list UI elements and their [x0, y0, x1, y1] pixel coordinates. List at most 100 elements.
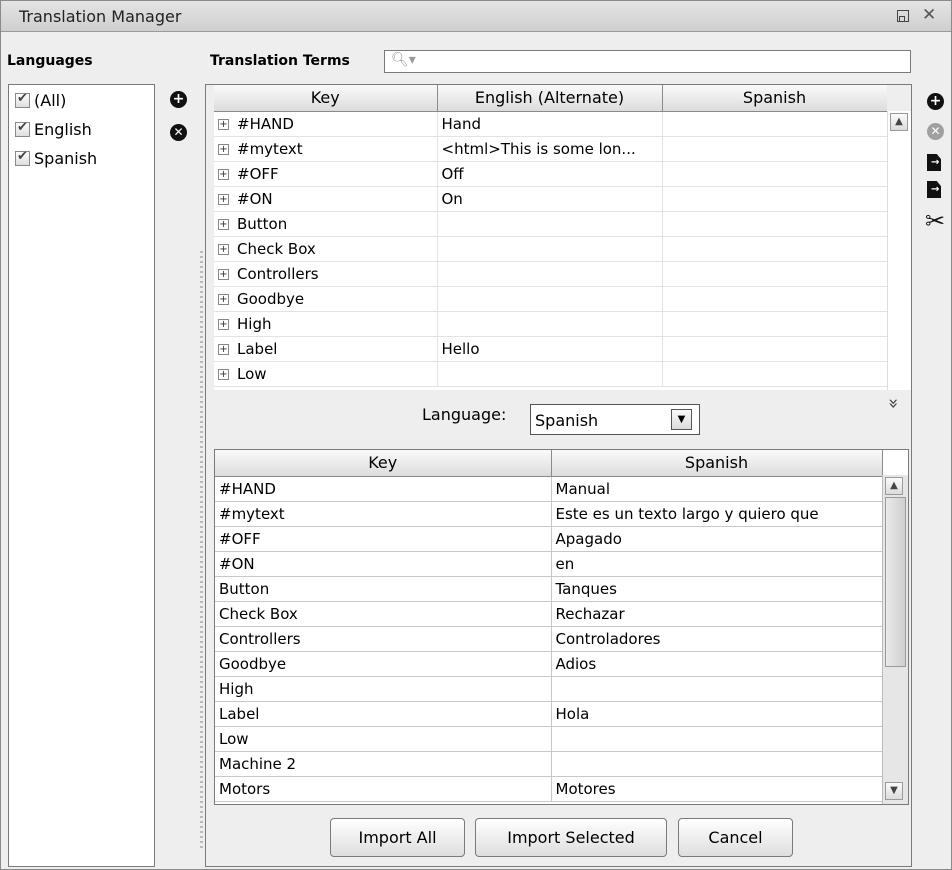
spanish-cell[interactable]: Controladores	[551, 626, 883, 652]
term-key-cell[interactable]: + Goodbye	[214, 286, 438, 312]
preview-scrollbar[interactable]: ▲ ▼	[882, 475, 908, 804]
table-row[interactable]: + Goodbye	[214, 286, 887, 312]
english-cell[interactable]	[437, 211, 663, 237]
expand-icon[interactable]: +	[218, 118, 229, 130]
spanish-cell[interactable]	[662, 186, 887, 212]
close-icon[interactable]: ✕	[922, 5, 936, 25]
search-input[interactable]: 🔍︎▾	[384, 50, 911, 73]
table-row[interactable]: Button Tanques	[215, 576, 883, 602]
term-key-cell[interactable]: + Low	[214, 361, 438, 387]
expand-icon[interactable]: +	[218, 168, 229, 180]
spanish-cell[interactable]: Tanques	[551, 576, 883, 602]
spanish-cell[interactable]	[551, 751, 883, 777]
spanish-cell[interactable]	[662, 236, 887, 262]
english-cell[interactable]	[437, 261, 663, 287]
spanish-cell[interactable]	[662, 286, 887, 312]
english-cell[interactable]: Hello	[437, 336, 663, 362]
scroll-up-button[interactable]: ▲	[885, 477, 903, 495]
spanish-cell[interactable]	[662, 211, 887, 237]
table-row[interactable]: #OFF Apagado	[215, 526, 883, 552]
language-item-spanish[interactable]: Spanish	[15, 147, 97, 169]
table-row[interactable]: + High	[214, 311, 887, 337]
english-cell[interactable]: <html>This is some lon...	[437, 136, 663, 162]
english-cell[interactable]: Hand	[437, 111, 663, 137]
language-item-english[interactable]: English	[15, 118, 92, 140]
column-header-spanish[interactable]: Spanish	[551, 450, 883, 477]
table-row[interactable]: + #ON On	[214, 186, 887, 212]
spanish-cell[interactable]: Hola	[551, 701, 883, 727]
spanish-cell[interactable]	[662, 161, 887, 187]
spanish-cell[interactable]: Este es un texto largo y quiero que	[551, 501, 883, 527]
term-key-cell[interactable]: + Check Box	[214, 236, 438, 262]
table-row[interactable]: + Controllers	[214, 261, 887, 287]
remove-term-icon[interactable]: ✕	[927, 123, 944, 140]
spanish-cell[interactable]: Manual	[551, 476, 883, 502]
table-row[interactable]: + Check Box	[214, 236, 887, 262]
table-row[interactable]: Machine 2	[215, 751, 883, 777]
table-row[interactable]: Goodbye Adios	[215, 651, 883, 677]
add-term-icon[interactable]: +	[927, 93, 944, 110]
resize-handle[interactable]	[200, 251, 203, 851]
term-key-cell[interactable]: + #HAND	[214, 111, 438, 137]
add-language-icon[interactable]: +	[170, 91, 187, 108]
spanish-cell[interactable]: Apagado	[551, 526, 883, 552]
table-row[interactable]: Controllers Controladores	[215, 626, 883, 652]
term-key-cell[interactable]: + Controllers	[214, 261, 438, 287]
checkbox-icon[interactable]	[15, 91, 30, 108]
column-header-english[interactable]: English (Alternate)	[437, 85, 663, 112]
english-cell[interactable]	[437, 361, 663, 387]
key-cell[interactable]: #OFF	[215, 526, 552, 552]
table-row[interactable]: + #mytext <html>This is some lon...	[214, 136, 887, 162]
spanish-cell[interactable]	[662, 336, 887, 362]
key-cell[interactable]: Label	[215, 701, 552, 727]
spanish-cell[interactable]	[662, 361, 887, 387]
term-key-cell[interactable]: + Label	[214, 336, 438, 362]
checkbox-icon[interactable]	[15, 149, 30, 166]
term-key-cell[interactable]: + #ON	[214, 186, 438, 212]
spanish-cell[interactable]	[662, 311, 887, 337]
key-cell[interactable]: Check Box	[215, 601, 552, 627]
term-key-cell[interactable]: + #OFF	[214, 161, 438, 187]
expand-icon[interactable]: +	[218, 193, 229, 205]
expand-icon[interactable]: +	[218, 343, 229, 355]
remove-language-icon[interactable]: ✕	[170, 124, 187, 141]
table-row[interactable]: Check Box Rechazar	[215, 601, 883, 627]
key-cell[interactable]: #HAND	[215, 476, 552, 502]
import-icon[interactable]: →	[927, 154, 941, 171]
expand-icon[interactable]: +	[218, 318, 229, 330]
column-header-key[interactable]: Key	[214, 85, 438, 112]
expand-icon[interactable]: +	[218, 368, 229, 380]
table-row[interactable]: #mytext Este es un texto largo y quiero q…	[215, 501, 883, 527]
spanish-cell[interactable]	[662, 261, 887, 287]
spanish-cell[interactable]	[662, 136, 887, 162]
table-row[interactable]: + Button	[214, 211, 887, 237]
spanish-cell[interactable]	[662, 111, 887, 137]
key-cell[interactable]: Button	[215, 576, 552, 602]
english-cell[interactable]: Off	[437, 161, 663, 187]
spanish-cell[interactable]: Motores	[551, 776, 883, 802]
table-row[interactable]: Label Hola	[215, 701, 883, 727]
table-row[interactable]: High	[215, 676, 883, 702]
expand-icon[interactable]: +	[218, 243, 229, 255]
export-icon[interactable]: →	[927, 181, 941, 198]
key-cell[interactable]: Controllers	[215, 626, 552, 652]
table-row[interactable]: #HAND Manual	[215, 476, 883, 502]
language-item-all[interactable]: (All)	[15, 89, 66, 111]
expand-icon[interactable]: +	[218, 293, 229, 305]
spanish-cell[interactable]: Rechazar	[551, 601, 883, 627]
term-key-cell[interactable]: + #mytext	[214, 136, 438, 162]
english-cell[interactable]	[437, 311, 663, 337]
dock-icon[interactable]	[897, 10, 909, 22]
expand-icon[interactable]: +	[218, 268, 229, 280]
table-row[interactable]: + Low	[214, 361, 887, 387]
scroll-up-button[interactable]: ▲	[890, 113, 908, 131]
term-key-cell[interactable]: + High	[214, 311, 438, 337]
scroll-down-button[interactable]: ▼	[885, 782, 903, 800]
spanish-cell[interactable]: en	[551, 551, 883, 577]
key-cell[interactable]: Low	[215, 726, 552, 752]
scroll-thumb[interactable]	[885, 497, 906, 667]
terms-scrollbar[interactable]: ▲	[887, 111, 911, 390]
import-all-button[interactable]: Import All	[330, 818, 465, 857]
term-key-cell[interactable]: + Button	[214, 211, 438, 237]
english-cell[interactable]: On	[437, 186, 663, 212]
